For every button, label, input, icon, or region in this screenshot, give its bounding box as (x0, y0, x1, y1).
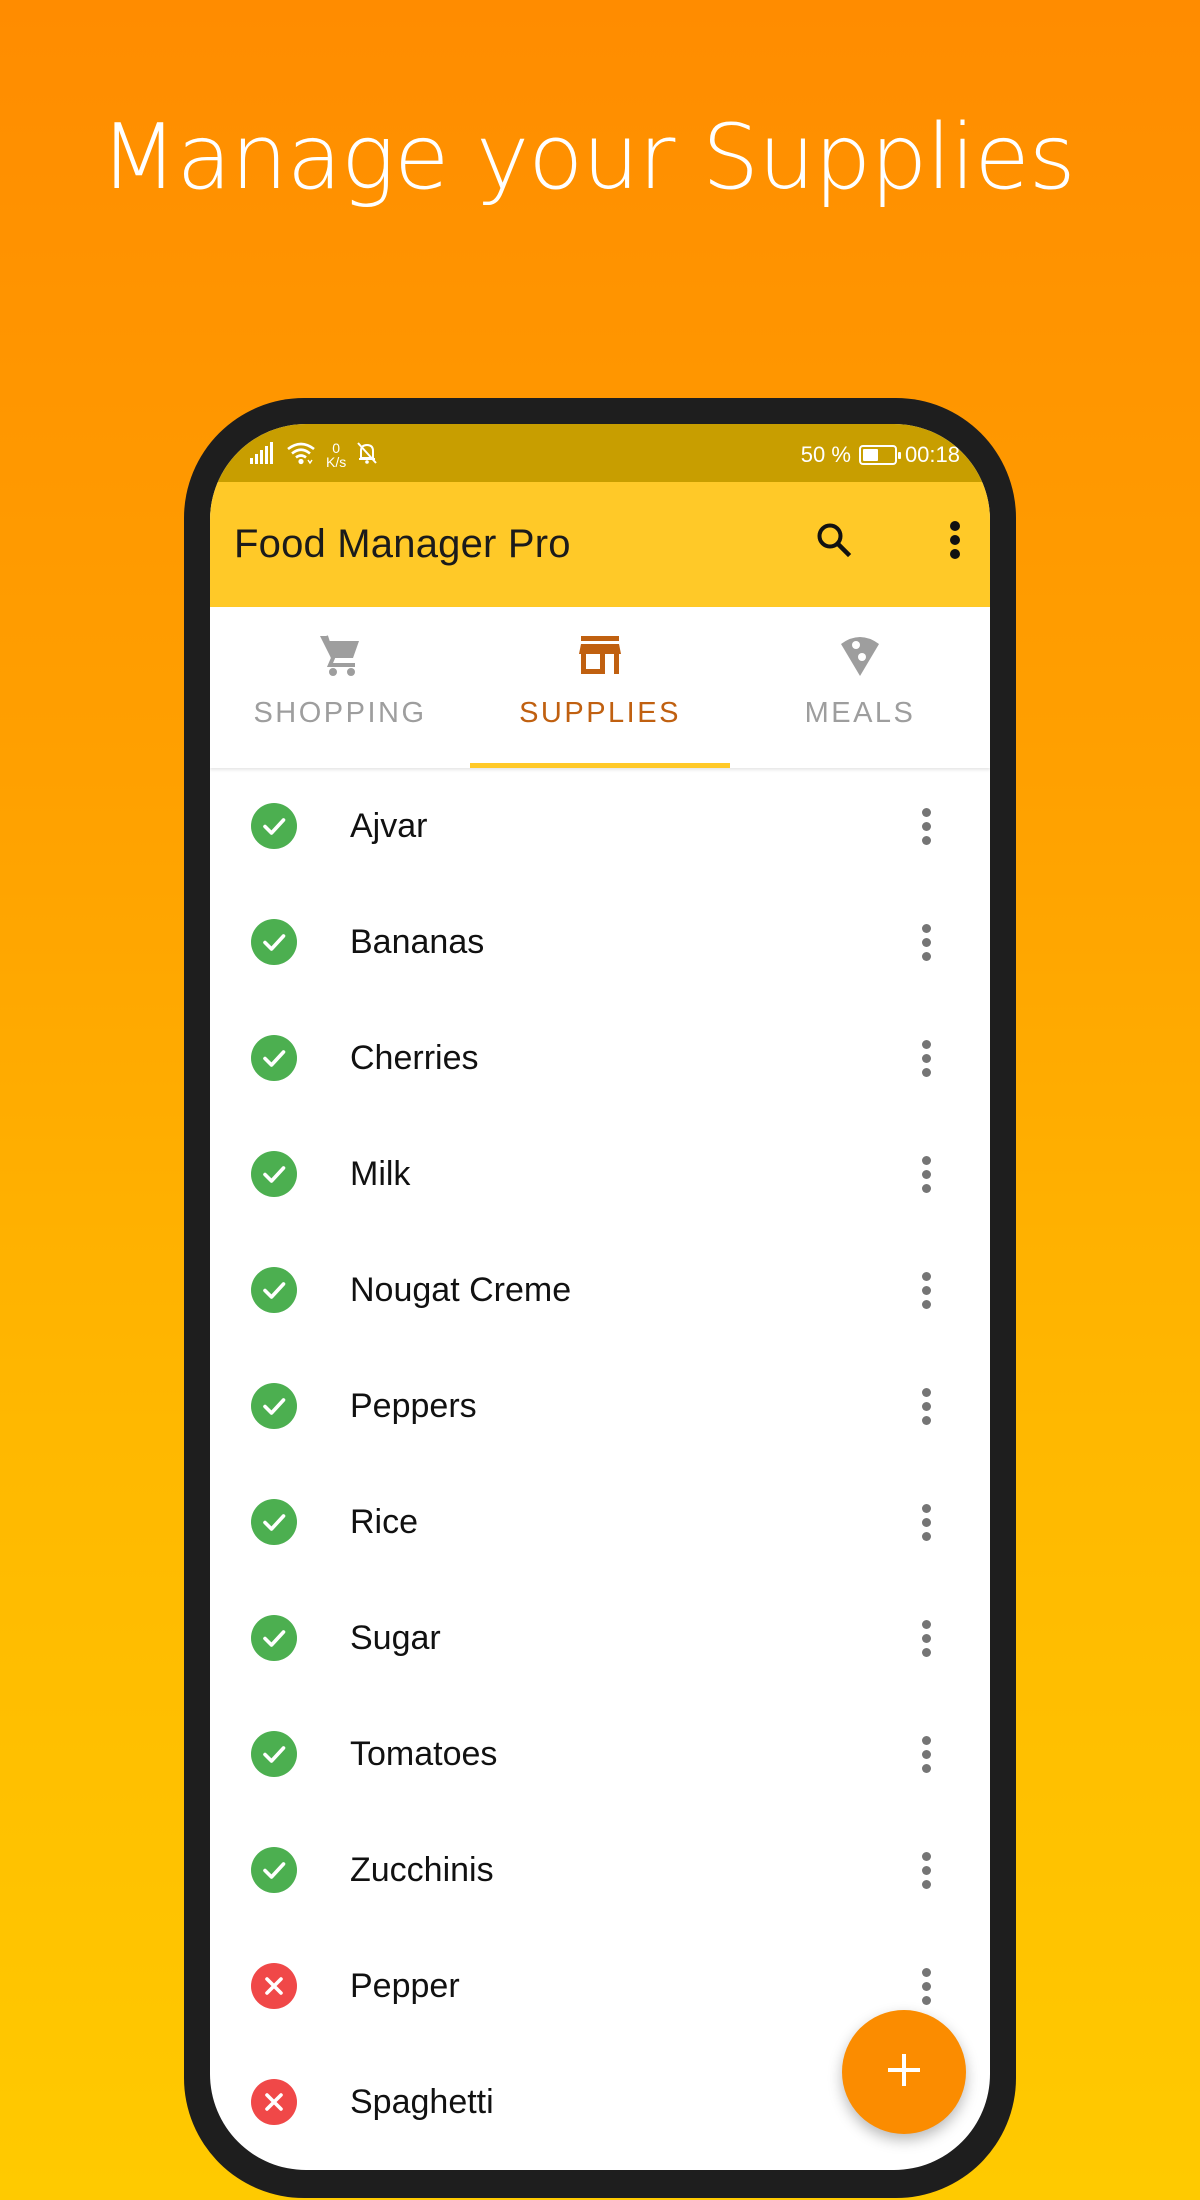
more-options-button[interactable] (940, 518, 970, 566)
item-name: Sugar (350, 1618, 441, 1657)
check-circle-icon[interactable] (251, 919, 297, 965)
more-vert-icon (921, 1503, 931, 1513)
item-name: Nougat Creme (350, 1270, 572, 1309)
status-bar: 0 K/s 50 % 00:18 (210, 424, 990, 482)
item-menu-button[interactable] (910, 1378, 942, 1434)
store-icon (576, 631, 624, 679)
app-title: Food Manager Pro (234, 522, 571, 566)
search-icon (814, 520, 854, 565)
more-vert-icon (921, 1387, 931, 1397)
check-circle-icon[interactable] (251, 1499, 297, 1545)
item-name: Rice (350, 1502, 419, 1541)
list-item[interactable]: Ajvar (210, 768, 990, 884)
more-vert-icon (921, 1039, 931, 1049)
tab-label: SUPPLIES (519, 697, 681, 729)
tab-bar: SHOPPING SUPPLIES MEALS (210, 607, 990, 768)
add-icon (884, 2050, 924, 2095)
check-circle-icon[interactable] (251, 1035, 297, 1081)
wifi-icon (286, 441, 316, 470)
phone-screen: 0 K/s 50 % 00:18 Food Manager Pro SHOPPI… (210, 424, 990, 2170)
tab-supplies[interactable]: SUPPLIES (470, 607, 730, 768)
list-item[interactable]: Sugar (210, 1580, 990, 1696)
more-vert-icon (921, 1619, 931, 1629)
item-menu-button[interactable] (910, 1726, 942, 1782)
add-supply-button[interactable] (842, 2010, 966, 2134)
tab-shopping[interactable]: SHOPPING (210, 607, 470, 768)
item-menu-button[interactable] (910, 1842, 942, 1898)
more-vert-icon (921, 1271, 931, 1281)
list-item[interactable]: Nougat Creme (210, 1232, 990, 1348)
net-speed: 0 K/s (326, 440, 347, 470)
item-name: Cherries (350, 1038, 479, 1077)
item-menu-button[interactable] (910, 1146, 942, 1202)
list-item[interactable]: Peppers (210, 1348, 990, 1464)
check-circle-icon[interactable] (251, 1731, 297, 1777)
active-tab-indicator (470, 763, 730, 768)
item-menu-button[interactable] (910, 1494, 942, 1550)
list-item[interactable]: Rice (210, 1464, 990, 1580)
signal-icon (250, 441, 276, 469)
item-menu-button[interactable] (910, 798, 942, 854)
supply-list: Ajvar Bananas Cherries Milk Nougat Creme Pepp… (210, 768, 990, 2160)
item-menu-button[interactable] (910, 914, 942, 970)
item-name: Ajvar (350, 806, 428, 845)
item-name: Spaghetti (350, 2082, 494, 2121)
item-name: Milk (350, 1154, 411, 1193)
item-menu-button[interactable] (910, 1030, 942, 1086)
item-name: Pepper (350, 1966, 460, 2005)
battery-icon (858, 445, 901, 465)
app-bar: Food Manager Pro (210, 482, 990, 607)
cancel-circle-icon[interactable] (251, 2079, 297, 2125)
pizza-slice-icon (836, 631, 884, 679)
more-vert-icon (921, 807, 931, 817)
list-item[interactable]: Cherries (210, 1000, 990, 1116)
item-menu-button[interactable] (910, 1262, 942, 1318)
tab-label: SHOPPING (253, 697, 427, 729)
notifications-off-icon (356, 441, 378, 470)
more-vert-icon (921, 923, 931, 933)
item-name: Zucchinis (350, 1850, 494, 1889)
item-name: Peppers (350, 1386, 477, 1425)
item-menu-button[interactable] (910, 1958, 942, 2014)
check-circle-icon[interactable] (251, 803, 297, 849)
tab-meals[interactable]: MEALS (730, 607, 990, 768)
more-vert-icon (949, 520, 961, 565)
battery-percent: 50 % (800, 442, 851, 467)
check-circle-icon[interactable] (251, 1847, 297, 1893)
cancel-circle-icon[interactable] (251, 1963, 297, 2009)
list-item[interactable]: Bananas (210, 884, 990, 1000)
check-circle-icon[interactable] (251, 1383, 297, 1429)
item-name: Tomatoes (350, 1734, 498, 1773)
item-name: Bananas (350, 922, 485, 961)
promo-headline: Manage your Supplies (100, 105, 1076, 210)
list-item[interactable]: Tomatoes (210, 1696, 990, 1812)
check-circle-icon[interactable] (251, 1267, 297, 1313)
tab-label: MEALS (804, 697, 916, 729)
clock: 00:18 (904, 442, 960, 467)
item-menu-button[interactable] (910, 1610, 942, 1666)
search-button[interactable] (810, 518, 858, 566)
shopping-cart-icon (316, 631, 364, 679)
check-circle-icon[interactable] (251, 1151, 297, 1197)
list-item[interactable]: Zucchinis (210, 1812, 990, 1928)
more-vert-icon (921, 1735, 931, 1745)
more-vert-icon (921, 1967, 931, 1977)
more-vert-icon (921, 1155, 931, 1165)
more-vert-icon (921, 1851, 931, 1861)
check-circle-icon[interactable] (251, 1615, 297, 1661)
list-item[interactable]: Milk (210, 1116, 990, 1232)
